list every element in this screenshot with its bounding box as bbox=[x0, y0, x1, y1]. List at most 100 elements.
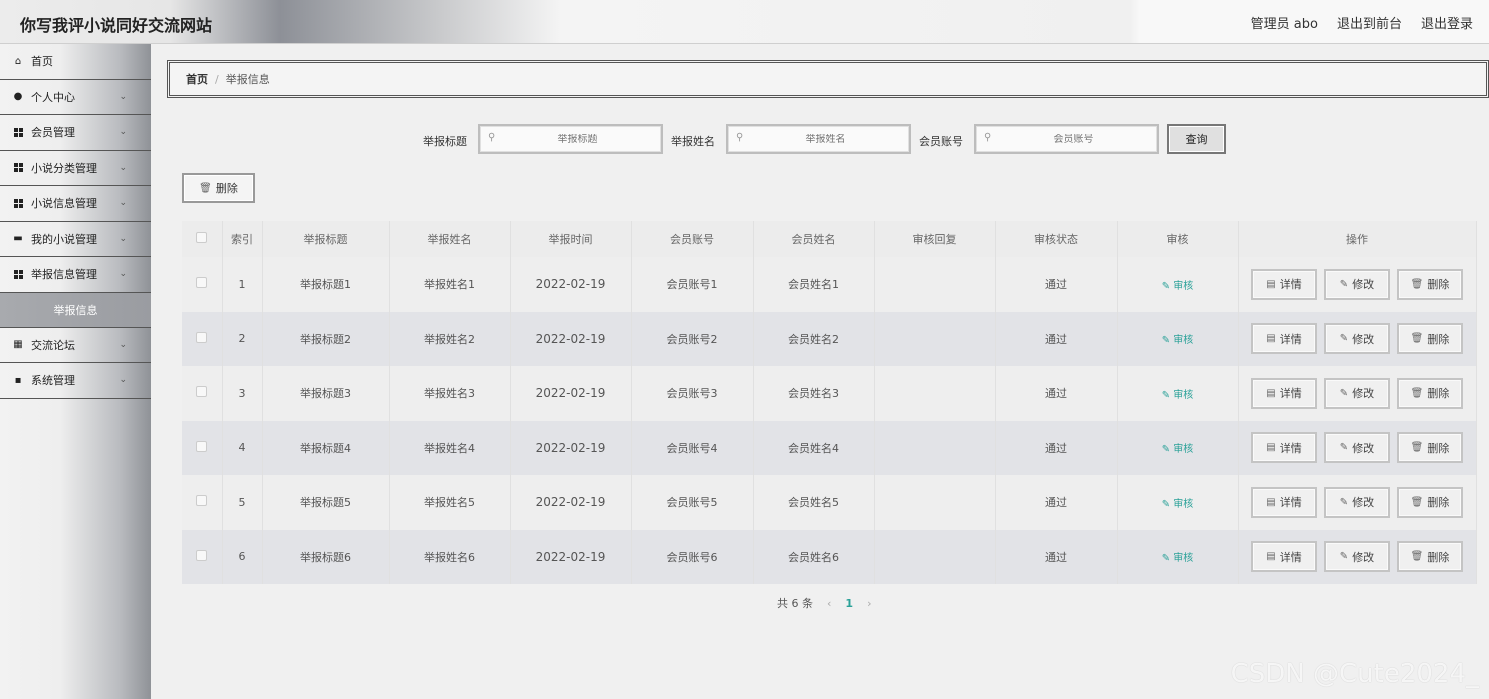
search-title-label: 举报标题 bbox=[423, 135, 467, 148]
audit-link[interactable]: ✎ 审核 bbox=[1162, 335, 1194, 346]
edit-icon: ✎ bbox=[1339, 442, 1349, 454]
edit-label: 修改 bbox=[1352, 496, 1375, 510]
search-name-input[interactable] bbox=[728, 133, 909, 145]
detail-button[interactable]: ▤ 详情 bbox=[1251, 377, 1317, 409]
exit-to-front-link[interactable]: 退出到前台 bbox=[1337, 13, 1402, 32]
audit-link[interactable]: ✎ 审核 bbox=[1162, 390, 1194, 401]
prev-page-icon[interactable]: ‹ bbox=[827, 597, 831, 610]
search-title-field[interactable]: ⚲ bbox=[478, 124, 663, 154]
sidebar: ⌂ 首页 ● 个人中心 ⌄ 会员管理 ⌄ 小说分类管理 ⌄ 小说信息管理 ⌄ ▬ 我的小说管理 ⌄ 举报信息… bbox=[0, 44, 151, 699]
row-select-cell[interactable] bbox=[182, 420, 223, 475]
edit-button[interactable]: ✎ 修改 bbox=[1324, 486, 1390, 518]
select-all-checkbox[interactable] bbox=[196, 232, 208, 243]
delete-button[interactable]: 🗑 删除 bbox=[1397, 541, 1463, 573]
audit-label: 审核 bbox=[1173, 389, 1194, 401]
edit-button[interactable]: ✎ 修改 bbox=[1324, 541, 1390, 573]
row-checkbox[interactable] bbox=[196, 386, 208, 398]
actions-cell: ▤ 详情 ✎ 修改 🗑 删除 bbox=[1238, 529, 1477, 584]
cell-reply bbox=[874, 257, 996, 312]
next-page-icon[interactable]: › bbox=[867, 597, 871, 610]
audit-link[interactable]: ✎ 审核 bbox=[1162, 281, 1194, 292]
document-icon: ▤ bbox=[1266, 278, 1276, 290]
delete-button[interactable]: 🗑 删除 bbox=[1397, 432, 1463, 464]
sidebar-item[interactable]: 举报信息管理 ⌄ bbox=[0, 257, 151, 293]
detail-button[interactable]: ▤ 详情 bbox=[1251, 541, 1317, 573]
cell-title: 举报标题1 bbox=[262, 257, 390, 312]
cell-reply bbox=[874, 420, 996, 475]
audit-link[interactable]: ✎ 审核 bbox=[1162, 444, 1194, 455]
sidebar-item[interactable]: ▪ 系统管理 ⌄ bbox=[0, 363, 151, 399]
pagination-total: 共 6 条 bbox=[777, 597, 813, 610]
delete-button[interactable]: 🗑 删除 bbox=[1397, 486, 1463, 518]
page-number[interactable]: 1 bbox=[845, 597, 853, 610]
detail-label: 详情 bbox=[1279, 278, 1302, 292]
row-select-cell[interactable] bbox=[182, 529, 223, 584]
cell-account: 会员账号4 bbox=[631, 420, 754, 475]
breadcrumb-home[interactable]: 首页 bbox=[186, 71, 208, 87]
row-checkbox[interactable] bbox=[196, 495, 208, 507]
audit-label: 审核 bbox=[1173, 553, 1194, 565]
sidebar-item[interactable]: ⌂ 首页 bbox=[0, 44, 151, 80]
sidebar-item[interactable]: 会员管理 ⌄ bbox=[0, 115, 151, 151]
cell-time: 2022-02-19 bbox=[510, 366, 632, 421]
delete-button[interactable]: 🗑 删除 bbox=[1397, 323, 1463, 355]
edit-button[interactable]: ✎ 修改 bbox=[1324, 377, 1390, 409]
edit-pen-icon: ✎ bbox=[1161, 389, 1174, 401]
edit-pen-icon: ✎ bbox=[1161, 280, 1174, 292]
chevron-down-icon: ⌄ bbox=[119, 339, 127, 350]
admin-user-label: 管理员 abo bbox=[1250, 17, 1318, 32]
audit-link[interactable]: ✎ 审核 bbox=[1162, 499, 1194, 510]
detail-button[interactable]: ▤ 详情 bbox=[1251, 323, 1317, 355]
detail-button[interactable]: ▤ 详情 bbox=[1251, 268, 1317, 300]
sidebar-item[interactable]: ▬ 我的小说管理 ⌄ bbox=[0, 222, 151, 257]
cell-status: 通过 bbox=[995, 475, 1118, 530]
row-select-cell[interactable] bbox=[182, 475, 223, 530]
query-button[interactable]: 查询 bbox=[1167, 124, 1226, 154]
logout-link[interactable]: 退出登录 bbox=[1421, 13, 1473, 32]
cell-index: 4 bbox=[222, 420, 263, 475]
edit-button[interactable]: ✎ 修改 bbox=[1324, 268, 1390, 300]
cell-status: 通过 bbox=[995, 366, 1118, 421]
sidebar-item[interactable]: 小说分类管理 ⌄ bbox=[0, 151, 151, 186]
delete-button[interactable]: 🗑 删除 bbox=[1397, 268, 1463, 300]
column-header: 审核状态 bbox=[995, 221, 1118, 257]
grid-icon bbox=[13, 198, 23, 208]
chevron-down-icon: ⌄ bbox=[119, 233, 127, 244]
header-actions: 管理员 abo 退出到前台 退出登录 bbox=[1251, 13, 1473, 32]
edit-button[interactable]: ✎ 修改 bbox=[1324, 323, 1390, 355]
search-name-field[interactable]: ⚲ bbox=[726, 124, 911, 154]
search-account-field[interactable]: ⚲ bbox=[974, 124, 1159, 154]
delete-label: 删除 bbox=[1427, 278, 1450, 292]
sidebar-item[interactable]: ▦ 交流论坛 ⌄ bbox=[0, 328, 151, 363]
select-all-cell[interactable] bbox=[182, 221, 223, 257]
sidebar-item[interactable]: ● 个人中心 ⌄ bbox=[0, 80, 151, 115]
search-account-input[interactable] bbox=[976, 133, 1157, 145]
chevron-down-icon: ⌄ bbox=[119, 269, 127, 279]
row-select-cell[interactable] bbox=[182, 366, 223, 421]
sidebar-subitem-report-info[interactable]: 举报信息 bbox=[0, 292, 151, 328]
delete-button[interactable]: 🗑 删除 bbox=[1397, 377, 1463, 409]
row-checkbox[interactable] bbox=[196, 277, 208, 289]
search-title-input[interactable] bbox=[480, 133, 661, 145]
delete-label: 删除 bbox=[1427, 332, 1450, 346]
cell-member: 会员姓名3 bbox=[753, 366, 875, 421]
search-icon: ⚲ bbox=[984, 132, 992, 143]
audit-link[interactable]: ✎ 审核 bbox=[1162, 553, 1194, 564]
edit-button[interactable]: ✎ 修改 bbox=[1324, 432, 1390, 464]
watermark: CSDN @Cute2024_ bbox=[1230, 659, 1479, 689]
row-checkbox[interactable] bbox=[196, 331, 208, 343]
cell-member: 会员姓名2 bbox=[753, 311, 875, 366]
detail-button[interactable]: ▤ 详情 bbox=[1251, 432, 1317, 464]
top-header: 你写我评小说同好交流网站 管理员 abo 退出到前台 退出登录 bbox=[0, 0, 1489, 44]
row-checkbox[interactable] bbox=[196, 549, 208, 561]
row-select-cell[interactable] bbox=[182, 311, 223, 366]
site-title: 你写我评小说同好交流网站 bbox=[20, 16, 213, 35]
batch-delete-button[interactable]: 🗑 删除 bbox=[182, 173, 255, 203]
sidebar-item[interactable]: 小说信息管理 ⌄ bbox=[0, 186, 151, 222]
detail-button[interactable]: ▤ 详情 bbox=[1251, 486, 1317, 518]
audit-label: 审核 bbox=[1173, 498, 1194, 510]
row-checkbox[interactable] bbox=[196, 440, 208, 452]
cell-name: 举报姓名5 bbox=[389, 475, 511, 530]
edit-icon: ✎ bbox=[1339, 496, 1349, 508]
row-select-cell[interactable] bbox=[182, 257, 223, 312]
